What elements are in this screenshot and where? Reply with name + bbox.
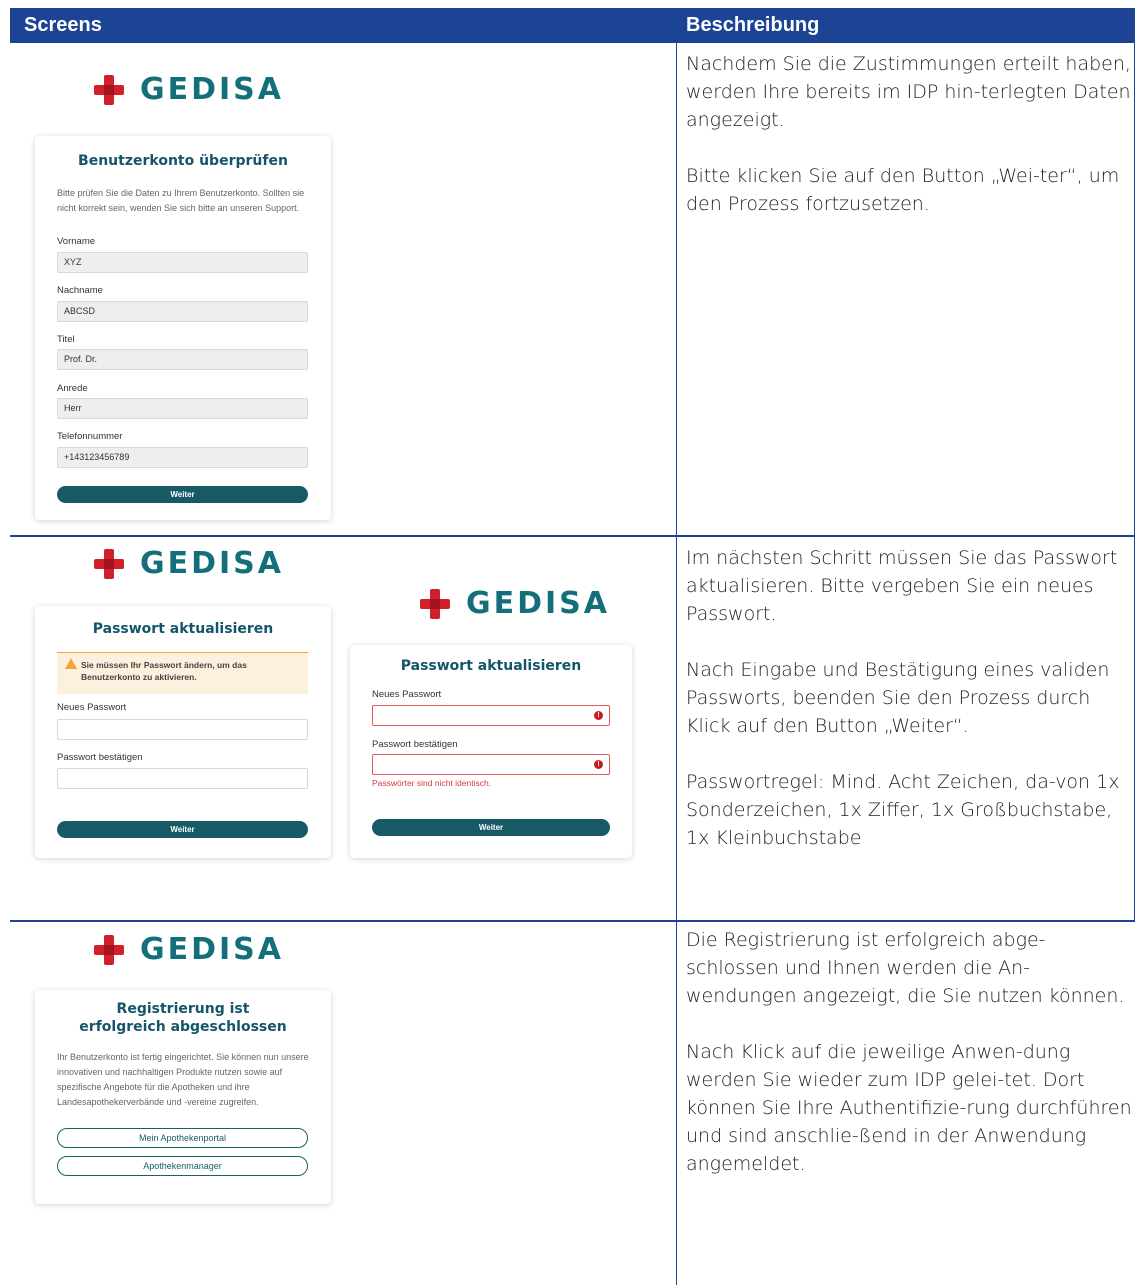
new-password-input[interactable] xyxy=(57,719,308,740)
gedisa-logo: GEDISA xyxy=(92,72,284,107)
description-row2: Im nächsten Schritt müssen Sie das Passw… xyxy=(686,544,1132,852)
card-intro: Ihr Benutzerkonto ist fertig eingerichte… xyxy=(57,1052,309,1107)
field-label: Passwort bestätigen xyxy=(372,739,458,750)
field-label: Neues Passwort xyxy=(372,689,442,700)
confirm-password-input[interactable]: ! xyxy=(372,754,610,775)
field-label: Neues Passwort xyxy=(57,702,127,713)
desc-paragraph: Im nächsten Schritt müssen Sie das Passw… xyxy=(686,547,1118,625)
desc-paragraph: Nachdem Sie die Zustimmungen erteilt hab… xyxy=(686,53,1131,131)
field-label: Vorname xyxy=(57,236,96,247)
description-row1: Nachdem Sie die Zustimmungen erteilt hab… xyxy=(686,50,1132,218)
card-title: Registrierung ist erfolgreich abgeschlos… xyxy=(79,1001,287,1035)
logo-wordmark: GEDISA xyxy=(140,72,285,107)
gedisa-cross-icon xyxy=(92,933,126,967)
header-screens: Screens xyxy=(24,14,102,36)
verify-account-card: Benutzerkonto überprüfen Bitte prüfen Si… xyxy=(35,136,331,520)
desc-paragraph: Nach Eingabe und Bestätigung eines valid… xyxy=(686,659,1110,737)
confirm-password-input[interactable] xyxy=(57,768,308,789)
desc-paragraph: Nach Klick auf die jeweilige Anwen-dung … xyxy=(686,1041,1132,1175)
table-header: Screens Beschreibung xyxy=(10,8,1135,43)
field-label: Anrede xyxy=(57,383,88,394)
header-beschreibung: Beschreibung xyxy=(686,14,820,36)
logo-wordmark: GEDISA xyxy=(466,586,611,621)
new-password-input[interactable]: ! xyxy=(372,705,610,726)
weiter-button[interactable]: Weiter xyxy=(57,821,308,838)
weiter-button[interactable]: Weiter xyxy=(372,819,610,836)
desc-paragraph: Die Registrierung ist erfolgreich abge-s… xyxy=(686,929,1125,1007)
gedisa-logo: GEDISA xyxy=(92,546,284,581)
gedisa-cross-icon xyxy=(92,73,126,107)
field-label: Passwort bestätigen xyxy=(57,752,143,763)
field-label: Telefonnummer xyxy=(57,431,123,442)
column-divider xyxy=(676,43,677,1285)
warning-banner: Sie müssen Ihr Passwort ändern, um das B… xyxy=(57,652,308,694)
weiter-button[interactable]: Weiter xyxy=(57,486,308,503)
update-password-error-card: Passwort aktualisieren Neues Passwort ! … xyxy=(350,645,632,858)
apothekenmanager-button[interactable]: Apothekenmanager xyxy=(57,1156,308,1176)
error-message: Passwörter sind nicht identisch. xyxy=(372,778,492,788)
warning-icon xyxy=(65,658,77,669)
gedisa-cross-icon xyxy=(92,547,126,581)
logo-wordmark: GEDISA xyxy=(140,546,285,581)
description-row3: Die Registrierung ist erfolgreich abge-s… xyxy=(686,926,1132,1178)
salutation-field: Herr xyxy=(57,398,308,419)
row-divider xyxy=(10,535,1135,537)
mein-apothekenportal-button[interactable]: Mein Apothekenportal xyxy=(57,1128,308,1148)
card-title: Benutzerkonto überprüfen xyxy=(78,153,288,169)
card-intro: Bitte prüfen Sie die Daten zu Ihrem Benu… xyxy=(57,188,305,213)
card-title: Passwort aktualisieren xyxy=(400,658,582,674)
error-icon: ! xyxy=(594,760,603,769)
phone-field: +143123456789 xyxy=(57,447,308,468)
desc-paragraph: Bitte klicken Sie auf den Button „Wei-te… xyxy=(686,165,1120,215)
logo-wordmark: GEDISA xyxy=(140,932,285,967)
row-divider xyxy=(10,920,1135,922)
update-password-card: Passwort aktualisieren Sie müssen Ihr Pa… xyxy=(35,606,331,858)
warning-text: Sie müssen Ihr Passwort ändern, um das B… xyxy=(81,660,247,682)
gedisa-cross-icon xyxy=(418,587,452,621)
title-field: Prof. Dr. xyxy=(57,349,308,370)
field-label: Nachname xyxy=(57,285,103,296)
gedisa-logo: GEDISA xyxy=(418,586,610,621)
card-title: Passwort aktualisieren xyxy=(92,621,274,637)
last-name-field: ABCSD xyxy=(57,301,308,322)
desc-paragraph: Passwortregel: Mind. Acht Zeichen, da-vo… xyxy=(686,771,1120,849)
screens-table: Screens Beschreibung GEDISA Benutzerkont… xyxy=(10,8,1135,1285)
gedisa-logo: GEDISA xyxy=(92,932,284,967)
error-icon: ! xyxy=(594,711,603,720)
first-name-field: XYZ xyxy=(57,252,308,273)
field-label: Titel xyxy=(57,334,75,345)
registration-complete-card: Registrierung ist erfolgreich abgeschlos… xyxy=(35,990,331,1204)
